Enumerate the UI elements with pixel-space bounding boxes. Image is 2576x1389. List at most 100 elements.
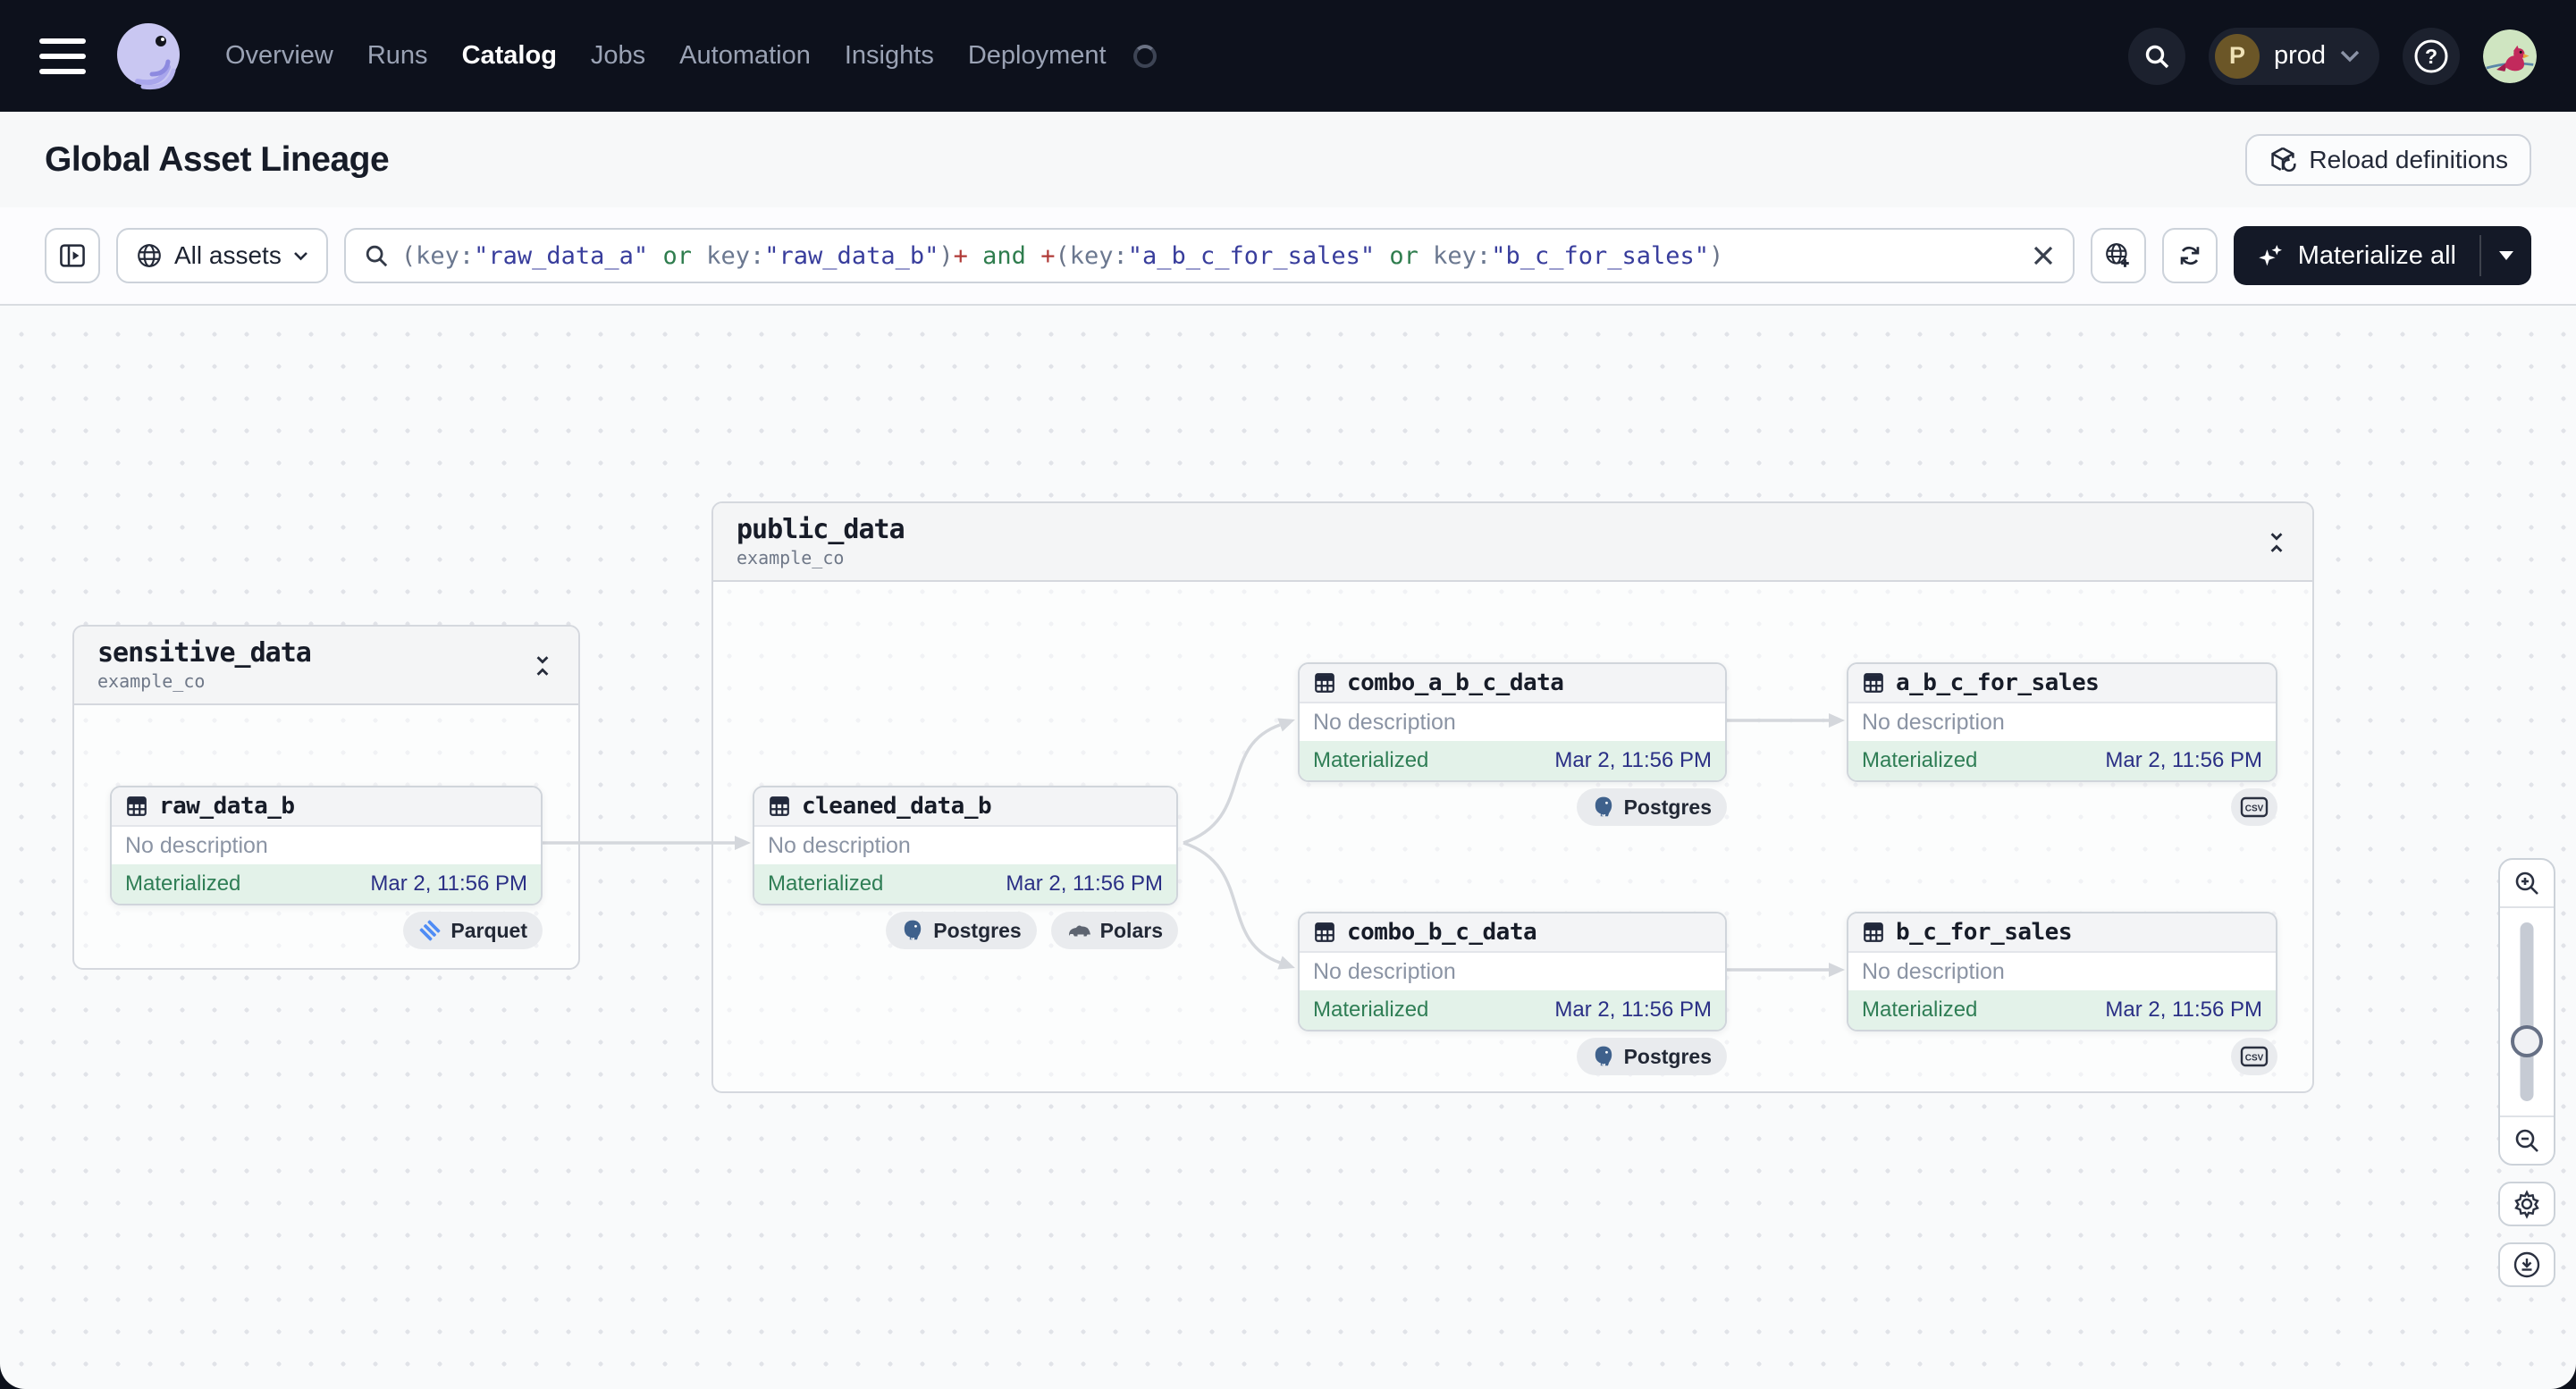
asset-node-combo_a_b_c_data[interactable]: combo_a_b_c_data No description Material… (1298, 662, 1727, 782)
collapse-group-button[interactable] (2260, 525, 2293, 560)
clear-icon[interactable] (2032, 244, 2055, 267)
graph-settings-button[interactable] (2498, 1182, 2555, 1226)
app-root: Overview Runs Catalog Jobs Automation Insight… (0, 0, 2576, 1389)
page-title: Global Asset Lineage (45, 139, 390, 179)
asset-status-row[interactable]: Materialized Mar 2, 11:56 PM (1300, 741, 1725, 780)
svg-text:?: ? (2425, 45, 2437, 68)
tag-postgres[interactable]: Postgres (1576, 788, 1727, 826)
polars-icon (1066, 922, 1091, 939)
asset-node-raw_data_b[interactable]: raw_data_b No description Materialized M… (110, 786, 543, 905)
nav-item-runs[interactable]: Runs (367, 41, 428, 71)
zoom-in-button[interactable] (2500, 860, 2554, 908)
asset-status-row[interactable]: Materialized Mar 2, 11:56 PM (1848, 741, 2276, 780)
asset-tags-cleaned_data_b: Postgres Polars (753, 912, 1178, 949)
asset-node-cleaned_data_b[interactable]: cleaned_data_b No description Materializ… (753, 786, 1178, 905)
status-label: Materialized (1313, 748, 1429, 772)
materialize-all-button[interactable]: Materialize all (2234, 226, 2479, 285)
lineage-graph-canvas[interactable]: public_data example_co sensitive_data ex… (0, 306, 2576, 1389)
refresh-button[interactable] (2161, 228, 2218, 283)
refresh-icon (2180, 247, 2199, 265)
user-avatar[interactable] (2483, 29, 2537, 83)
asset-node-b_c_for_sales[interactable]: b_c_for_sales No description Materialize… (1847, 912, 2277, 1031)
status-timestamp: Mar 2, 11:56 PM (2105, 998, 2262, 1022)
nav-item-overview[interactable]: Overview (225, 41, 333, 71)
group-header[interactable]: public_data example_co (713, 503, 2312, 582)
collapse-group-button[interactable] (526, 648, 559, 684)
asset-scope-label: All assets (174, 241, 282, 269)
asset-node-header[interactable]: combo_a_b_c_data (1300, 664, 1725, 703)
nav-links: Overview Runs Catalog Jobs Automation Insight… (225, 41, 1107, 71)
asset-status-row[interactable]: Materialized Mar 2, 11:56 PM (754, 864, 1176, 904)
asset-name: combo_b_c_data (1347, 919, 1537, 946)
menu-icon[interactable] (39, 38, 86, 74)
tag-csv[interactable]: CSV (2231, 788, 2277, 826)
download-button[interactable] (2498, 1242, 2555, 1287)
zoom-slider[interactable] (2500, 908, 2554, 1115)
search-icon (366, 245, 388, 267)
page-header: Global Asset Lineage Reload definitions (0, 112, 2576, 207)
asset-node-header[interactable]: combo_b_c_data (1300, 913, 1725, 953)
tag-label: Postgres (1623, 795, 1712, 819)
asset-node-header[interactable]: cleaned_data_b (754, 787, 1176, 827)
nav-item-deployment[interactable]: Deployment (968, 41, 1107, 71)
help-button[interactable]: ? (2403, 27, 2460, 85)
tag-postgres[interactable]: Postgres (886, 912, 1037, 949)
search-button[interactable] (2127, 27, 2185, 85)
search-icon (2145, 45, 2169, 68)
nav-item-catalog[interactable]: Catalog (462, 41, 557, 71)
asset-node-combo_b_c_data[interactable]: combo_b_c_data No description Materializ… (1298, 912, 1727, 1031)
asset-node-a_b_c_for_sales[interactable]: a_b_c_for_sales No description Materiali… (1847, 662, 2277, 782)
tag-label: Postgres (933, 918, 1022, 942)
reload-definitions-button[interactable]: Reload definitions (2245, 133, 2531, 186)
status-label: Materialized (1313, 998, 1429, 1022)
help-icon: ? (2414, 39, 2448, 72)
chevron-down-icon (293, 251, 307, 260)
asset-name: b_c_for_sales (1896, 919, 2073, 946)
svg-text:CSV: CSV (2245, 804, 2264, 814)
csv-icon: CSV (2240, 796, 2269, 819)
zoom-slider-thumb[interactable] (2511, 1025, 2543, 1057)
asset-description: No description (768, 833, 911, 858)
top-nav: Overview Runs Catalog Jobs Automation Insight… (0, 0, 2576, 112)
tag-parquet[interactable]: Parquet (403, 912, 543, 949)
status-timestamp: Mar 2, 11:56 PM (1554, 748, 1712, 772)
group-header[interactable]: sensitive_data example_co (74, 627, 578, 705)
tag-label: Postgres (1623, 1044, 1712, 1068)
reload-cube-icon (2271, 147, 2296, 172)
workspace-switcher[interactable]: P prod (2208, 27, 2379, 85)
tag-label: Parquet (450, 918, 527, 942)
materialize-options-button[interactable] (2481, 226, 2531, 285)
asset-description: No description (1313, 710, 1456, 735)
tag-postgres[interactable]: Postgres (1576, 1038, 1727, 1075)
tag-polars[interactable]: Polars (1050, 912, 1178, 949)
download-icon (2513, 1251, 2540, 1278)
nav-item-jobs[interactable]: Jobs (591, 41, 645, 71)
nav-item-insights[interactable]: Insights (845, 41, 934, 71)
asset-node-header[interactable]: a_b_c_for_sales (1848, 664, 2276, 703)
graph-side-controls (2498, 858, 2555, 1287)
asset-tags-combo_a_b_c_data: Postgres (1298, 788, 1727, 826)
asset-status-row[interactable]: Materialized Mar 2, 11:56 PM (1300, 990, 1725, 1030)
global-graph-button[interactable] (2090, 228, 2146, 283)
nav-right: P prod ? (2127, 27, 2537, 85)
asset-node-header[interactable]: raw_data_b (112, 787, 541, 827)
dagster-logo[interactable] (111, 19, 186, 94)
cardinal-avatar-icon (2483, 29, 2537, 83)
table-icon (125, 795, 148, 818)
group-name: sensitive_data (97, 637, 312, 669)
group-repo: example_co (97, 670, 206, 692)
asset-status-row[interactable]: Materialized Mar 2, 11:56 PM (112, 864, 541, 904)
asset-status-row[interactable]: Materialized Mar 2, 11:56 PM (1848, 990, 2276, 1030)
postgres-icon (1592, 796, 1615, 819)
zoom-slider-track[interactable] (2520, 922, 2534, 1101)
asset-search-input[interactable]: (key:"raw_data_a" or key:"raw_data_b")+ … (343, 228, 2075, 283)
tag-csv[interactable]: CSV (2231, 1038, 2277, 1075)
nav-item-automation[interactable]: Automation (679, 41, 811, 71)
asset-scope-dropdown[interactable]: All assets (116, 228, 328, 283)
asset-node-header[interactable]: b_c_for_sales (1848, 913, 2276, 953)
csv-icon: CSV (2240, 1045, 2269, 1068)
open-sidebar-button[interactable] (45, 228, 100, 283)
status-timestamp: Mar 2, 11:56 PM (1554, 998, 1712, 1022)
table-icon (1862, 921, 1885, 944)
zoom-out-button[interactable] (2500, 1115, 2554, 1164)
